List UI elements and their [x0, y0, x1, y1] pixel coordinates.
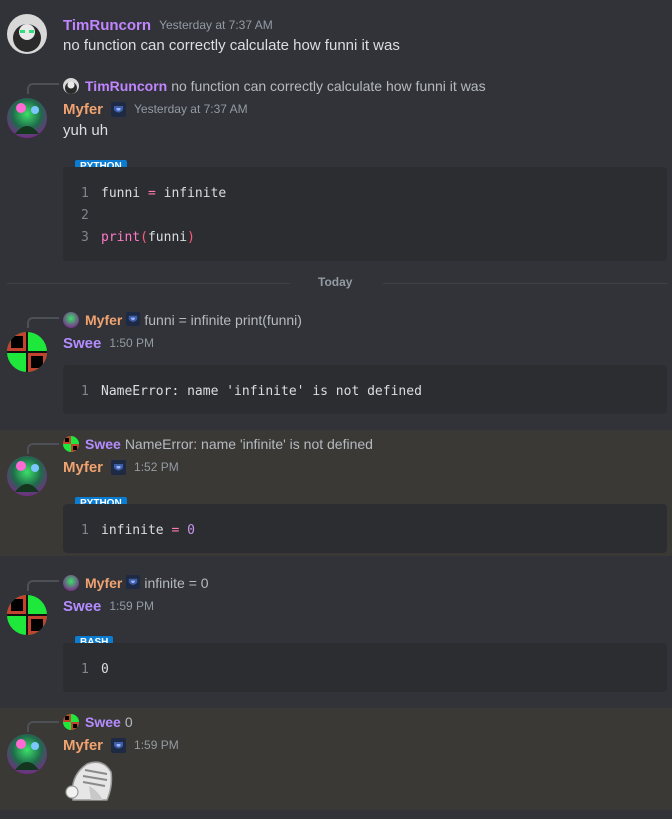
server-tag-icon	[126, 311, 141, 329]
line-number: 1	[81, 523, 89, 538]
code-block[interactable]: 1 infinite = 0	[63, 504, 667, 553]
timestamp[interactable]: Yesterday at 7:37 AM	[159, 18, 273, 32]
message-myfer-1: TimRuncorn no function can correctly cal…	[0, 70, 672, 268]
reply-connector	[27, 83, 59, 94]
timestamp[interactable]: Yesterday at 7:37 AM	[134, 102, 248, 116]
code-line: funni = infinite	[101, 186, 227, 201]
username-myfer[interactable]: Myfer	[63, 459, 103, 476]
timestamp[interactable]: 1:50 PM	[109, 336, 154, 350]
avatar-swee[interactable]	[7, 595, 47, 635]
line-number: 2	[81, 208, 89, 223]
avatar-myfer[interactable]	[7, 734, 47, 774]
reply-connector	[27, 580, 59, 591]
reply-connector	[27, 317, 59, 328]
reply-author[interactable]: Myfer	[85, 312, 122, 328]
username-myfer[interactable]: Myfer	[63, 101, 103, 118]
timestamp[interactable]: 1:52 PM	[134, 460, 179, 474]
knight-helmet-sticker[interactable]	[63, 756, 115, 804]
reply-preview[interactable]: Swee NameError: name 'infinite' is not d…	[63, 435, 373, 453]
avatar-myfer[interactable]	[7, 456, 47, 496]
line-number: 3	[81, 230, 89, 245]
reply-avatar	[63, 575, 79, 591]
reply-preview[interactable]: TimRuncorn no function can correctly cal…	[63, 77, 486, 95]
code-line: NameError: name 'infinite' is not define…	[101, 384, 422, 399]
username-swee[interactable]: Swee	[63, 598, 101, 615]
code-line: 0	[101, 662, 109, 677]
code-line: print(funni)	[101, 230, 195, 245]
reply-text: infinite = 0	[144, 575, 209, 591]
message-swee-1: Myfer funni = infinite print(funni) Swee…	[0, 303, 672, 425]
username-myfer[interactable]: Myfer	[63, 737, 103, 754]
code-block[interactable]: 1 0	[63, 643, 667, 692]
reply-text: 0	[124, 714, 133, 730]
reply-text: funni = infinite print(funni)	[144, 312, 302, 328]
avatar-swee[interactable]	[7, 332, 47, 372]
reply-avatar	[63, 714, 79, 730]
reply-preview[interactable]: Myfer funni = infinite print(funni)	[63, 311, 302, 329]
reply-author[interactable]: Myfer	[85, 575, 122, 591]
avatar-myfer[interactable]	[7, 98, 47, 138]
reply-avatar	[63, 78, 79, 94]
date-divider-label: Today	[318, 275, 353, 289]
message-myfer-3: Swee 0 Myfer 1:59 PM	[0, 708, 672, 810]
code-line: infinite = 0	[101, 523, 195, 538]
code-block[interactable]: 1 NameError: name 'infinite' is not defi…	[63, 365, 667, 414]
date-divider: Today	[7, 275, 668, 289]
username-timruncorn[interactable]: TimRuncorn	[63, 17, 151, 34]
server-tag-icon[interactable]	[111, 737, 127, 753]
message-swee-2: Myfer infinite = 0 Swee 1:59 PM BASH 1 0	[0, 566, 672, 700]
line-number: 1	[81, 384, 89, 399]
server-tag-icon[interactable]	[111, 459, 127, 475]
reply-avatar	[63, 312, 79, 328]
server-tag-icon	[126, 574, 141, 592]
reply-avatar	[63, 436, 79, 452]
reply-author[interactable]: Swee	[85, 436, 121, 452]
timestamp[interactable]: 1:59 PM	[109, 599, 154, 613]
message-text: yuh uh	[63, 122, 109, 139]
line-number: 1	[81, 186, 89, 201]
reply-connector	[27, 721, 59, 732]
code-block[interactable]: 1 funni = infinite 2 3 print(funni)	[63, 167, 667, 261]
message-myfer-2: Swee NameError: name 'infinite' is not d…	[0, 430, 672, 556]
reply-preview[interactable]: Swee 0	[63, 713, 133, 731]
message-text: no function can correctly calculate how …	[63, 37, 400, 54]
reply-connector	[27, 443, 59, 454]
reply-author[interactable]: TimRuncorn	[85, 78, 167, 94]
line-number: 1	[81, 662, 89, 677]
reply-preview[interactable]: Myfer infinite = 0	[63, 574, 209, 592]
reply-text: no function can correctly calculate how …	[171, 78, 486, 94]
avatar-timruncorn[interactable]	[7, 14, 47, 54]
reply-author[interactable]: Swee	[85, 714, 121, 730]
username-swee[interactable]: Swee	[63, 335, 101, 352]
server-tag-icon[interactable]	[111, 101, 127, 117]
reply-text: NameError: name 'infinite' is not define…	[124, 436, 373, 452]
message-tim: TimRuncorn Yesterday at 7:37 AM no funct…	[0, 0, 672, 62]
timestamp[interactable]: 1:59 PM	[134, 738, 179, 752]
